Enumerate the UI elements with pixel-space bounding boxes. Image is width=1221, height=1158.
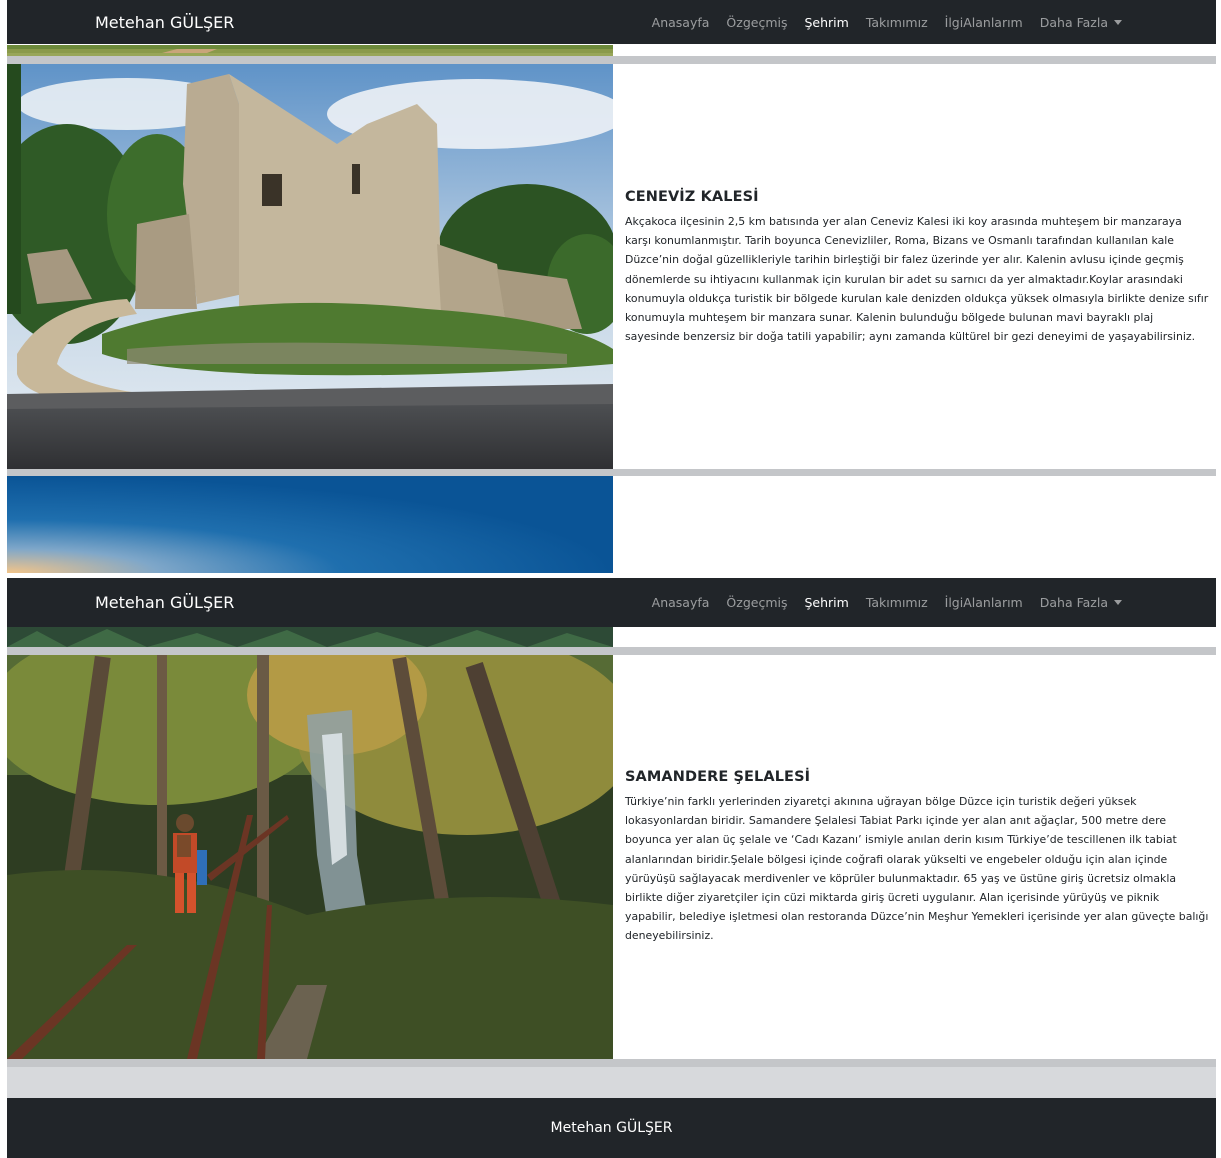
waterfall-image	[7, 655, 613, 1059]
nav-link-ilgialanlarim[interactable]: İlgiAlanlarım	[945, 15, 1023, 30]
screenshot-bottom: Metehan GÜLŞER Anasayfa Özgeçmiş Şehrim …	[7, 578, 1216, 1158]
next-card-image-strip	[7, 476, 613, 573]
nav-link-ozgecmis[interactable]: Özgeçmiş	[726, 15, 787, 30]
sky-gradient-image	[7, 476, 613, 573]
caret-down-icon	[1114, 600, 1122, 605]
nav-link-sehrim[interactable]: Şehrim	[804, 595, 848, 610]
nav-link-takimimiz[interactable]: Takımımız	[866, 15, 928, 30]
card-description: Türkiye’nin farklı yerlerinden ziyaretçi…	[625, 795, 1209, 943]
nav-link-ozgecmis[interactable]: Özgeçmiş	[726, 595, 787, 610]
nav-link-sehrim[interactable]: Şehrim	[804, 15, 848, 30]
footer-text: Metehan GÜLŞER	[550, 1120, 673, 1136]
castle-photo	[7, 64, 613, 469]
nav-dropdown-daha-fazla[interactable]: Daha Fazla	[1040, 15, 1122, 30]
navbar-brand[interactable]: Metehan GÜLŞER	[95, 578, 234, 627]
navbar-brand[interactable]: Metehan GÜLŞER	[95, 0, 234, 44]
card-description: Akçakoca ilçesinin 2,5 km batısında yer …	[625, 215, 1209, 344]
nav-link-anasayfa[interactable]: Anasayfa	[652, 595, 710, 610]
screenshot-top: Metehan GÜLŞER Anasayfa Özgeçmiş Şehrim …	[7, 0, 1216, 573]
nav-link-anasayfa[interactable]: Anasayfa	[652, 15, 710, 30]
navbar: Metehan GÜLŞER Anasayfa Özgeçmiş Şehrim …	[7, 578, 1216, 627]
waterfall-card-text: SAMANDERE ŞELALESİ Türkiye’nin farklı ye…	[625, 769, 1209, 946]
nav-dropdown-label: Daha Fazla	[1039, 595, 1108, 610]
footer: Metehan GÜLŞER	[7, 1098, 1216, 1158]
navbar-links: Anasayfa Özgeçmiş Şehrim Takımımız İlgiA…	[652, 578, 1122, 627]
section-separator	[7, 469, 1216, 476]
card-title: SAMANDERE ŞELALESİ	[625, 769, 811, 785]
navbar-links: Anasayfa Özgeçmiş Şehrim Takımımız İlgiA…	[652, 0, 1122, 44]
previous-card-image-strip	[7, 44, 613, 57]
castle-card-text: CENEVİZ KALESİ Akçakoca ilçesinin 2,5 km…	[625, 189, 1209, 346]
forest-waterfall-photo	[7, 655, 613, 1059]
card-title: CENEVİZ KALESİ	[625, 189, 759, 205]
section-separator	[7, 647, 1216, 655]
castle-image	[7, 64, 613, 469]
navbar: Metehan GÜLŞER Anasayfa Özgeçmiş Şehrim …	[7, 0, 1216, 44]
nav-link-takimimiz[interactable]: Takımımız	[866, 595, 928, 610]
caret-down-icon	[1114, 19, 1122, 25]
section-separator	[7, 1059, 1216, 1067]
previous-card-image-strip	[7, 627, 613, 647]
nav-dropdown-label: Daha Fazla	[1039, 14, 1108, 30]
nav-dropdown-daha-fazla[interactable]: Daha Fazla	[1040, 595, 1122, 610]
nav-link-ilgialanlarim[interactable]: İlgiAlanlarım	[945, 595, 1023, 610]
foliage-image	[7, 627, 613, 647]
section-separator	[7, 56, 1216, 64]
